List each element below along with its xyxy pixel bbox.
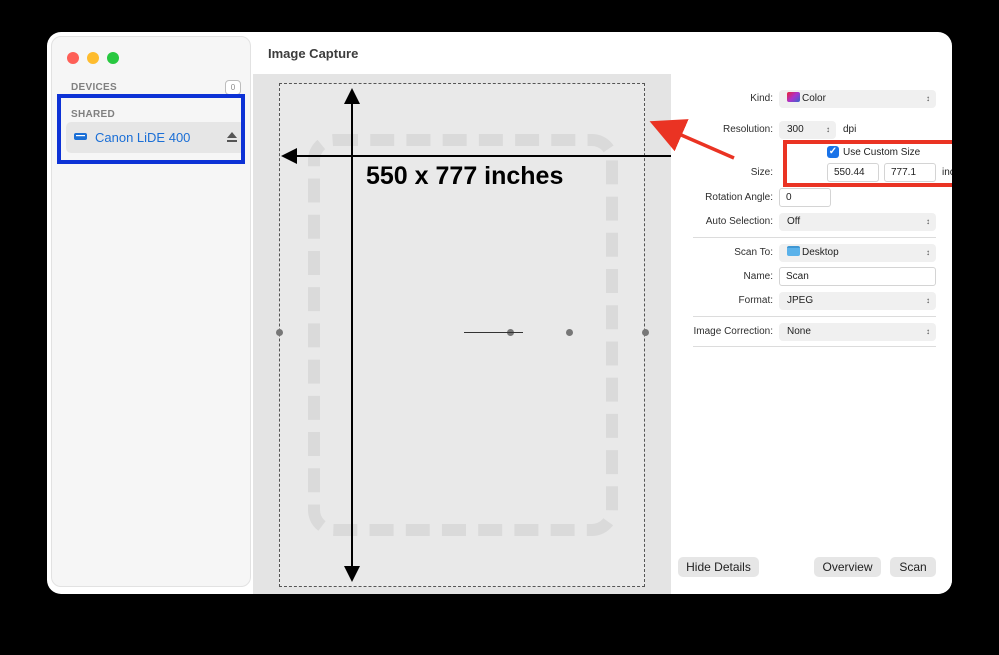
callout-arrow-layer [649,119,735,160]
callout-arrow [649,119,735,160]
